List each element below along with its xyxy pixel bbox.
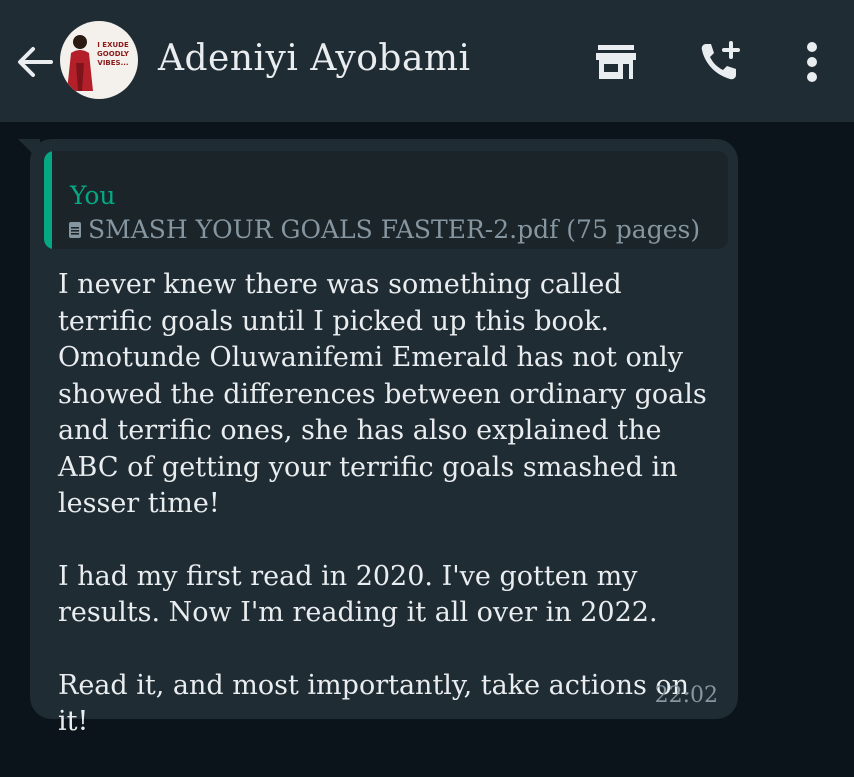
back-button[interactable] (12, 40, 56, 84)
chat-header: I EXUDE GOODLY VIBES... Adeniyi Ayobami (0, 0, 854, 122)
avatar[interactable]: I EXUDE GOODLY VIBES... (60, 21, 138, 99)
message-paragraph: Read it, and most importantly, take acti… (58, 669, 690, 738)
add-call-icon (701, 41, 740, 80)
contact-name[interactable]: Adeniyi Ayobami (158, 38, 471, 79)
message-paragraph: I had my first read in 2020. I've gotten… (58, 560, 658, 629)
message-bubble[interactable]: You SMASH YOUR GOALS FASTER-2.pdf (75 pa… (30, 139, 738, 737)
more-vert-icon (807, 42, 817, 82)
quoted-document-name: SMASH YOUR GOALS FASTER-2.pdf (75 pages) (88, 215, 701, 244)
back-arrow-icon (18, 47, 53, 77)
shop-icon (596, 45, 636, 79)
message-timestamp: 22:02 (654, 683, 718, 708)
quoted-sender: You (70, 181, 116, 210)
more-options-button[interactable] (788, 38, 836, 86)
quoted-document: SMASH YOUR GOALS FASTER-2.pdf (75 pages) (68, 215, 700, 244)
shop-button[interactable] (592, 38, 640, 86)
quoted-message[interactable]: You SMASH YOUR GOALS FASTER-2.pdf (75 pa… (44, 151, 728, 249)
add-call-button[interactable] (696, 38, 744, 86)
message-paragraph: I never knew there was something called … (58, 269, 707, 519)
document-icon (69, 221, 81, 238)
avatar-caption: I EXUDE GOODLY VIBES... (97, 41, 129, 67)
message-text: I never knew there was something called … (58, 267, 718, 777)
quote-accent-bar (44, 151, 52, 249)
